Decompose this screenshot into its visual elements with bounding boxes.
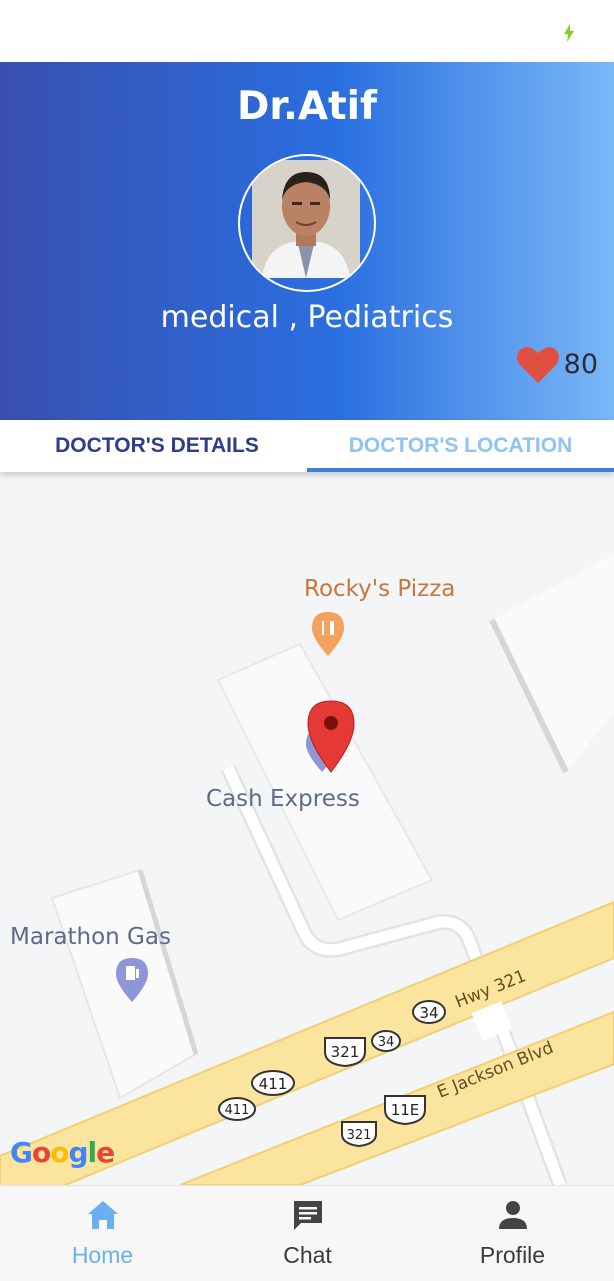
restaurant-pin-icon[interactable]	[312, 612, 344, 656]
route-shield-321-text: 321	[347, 1128, 372, 1143]
doctor-tabs: DOCTOR'S DETAILS DOCTOR'S LOCATION	[0, 420, 614, 472]
route-shield-34: 34	[412, 1000, 446, 1024]
route-shield-34-text: 34	[419, 1004, 438, 1022]
google-logo: Google	[10, 1136, 115, 1169]
chat-icon[interactable]	[291, 1198, 325, 1232]
like-count: 80	[563, 348, 598, 380]
route-shield-11e-text: 11E	[391, 1101, 420, 1119]
location-map[interactable]: Hwy 321 E Jackson Blvd 34 34 321 411 411…	[0, 472, 614, 1185]
nav-home[interactable]: Home	[0, 1186, 205, 1281]
doctor-header: Dr.Atif medical , Pediatrics 80	[0, 62, 614, 420]
poi-label-marathon-gas[interactable]: Marathon Gas	[10, 924, 171, 950]
heart-icon[interactable]	[516, 344, 560, 384]
active-tab-indicator	[307, 468, 614, 472]
poi-label-cash-express[interactable]: Cash Express	[206, 786, 360, 812]
route-shield-411: 411	[218, 1097, 256, 1121]
tab-doctor-location[interactable]: DOCTOR'S LOCATION	[307, 420, 614, 472]
person-icon[interactable]	[496, 1198, 530, 1232]
route-shield-411: 411	[251, 1070, 295, 1096]
charging-icon	[564, 24, 574, 42]
nav-chat-label[interactable]: Chat	[205, 1242, 410, 1269]
route-shield-321: 321	[341, 1121, 377, 1148]
route-shield-34: 34	[371, 1030, 401, 1052]
nav-home-label[interactable]: Home	[0, 1242, 205, 1269]
route-shield-11e: 11E	[384, 1095, 426, 1126]
doctor-specialty: medical , Pediatrics	[160, 300, 454, 335]
nav-profile[interactable]: Profile	[410, 1186, 614, 1281]
doctor-photo	[252, 160, 360, 278]
doctor-name: Dr.Atif	[236, 84, 378, 129]
building	[216, 642, 434, 922]
bottom-navigation: Home Chat Profile	[0, 1185, 614, 1281]
route-shield-34-text: 34	[378, 1035, 395, 1050]
nav-profile-label[interactable]: Profile	[410, 1242, 614, 1269]
route-shield-411-text: 411	[259, 1075, 288, 1093]
route-shield-321: 321	[324, 1037, 366, 1068]
likes-counter[interactable]: 80	[516, 344, 598, 384]
tab-doctor-details[interactable]: DOCTOR'S DETAILS	[0, 420, 314, 472]
status-bar	[0, 0, 614, 62]
route-shield-411-text: 411	[225, 1103, 250, 1118]
route-shield-321-text: 321	[331, 1043, 360, 1061]
poi-label-rockys-pizza[interactable]: Rocky's Pizza	[304, 576, 455, 602]
home-icon[interactable]	[86, 1198, 120, 1232]
doctor-avatar[interactable]	[238, 154, 376, 292]
nav-chat[interactable]: Chat	[205, 1186, 410, 1281]
